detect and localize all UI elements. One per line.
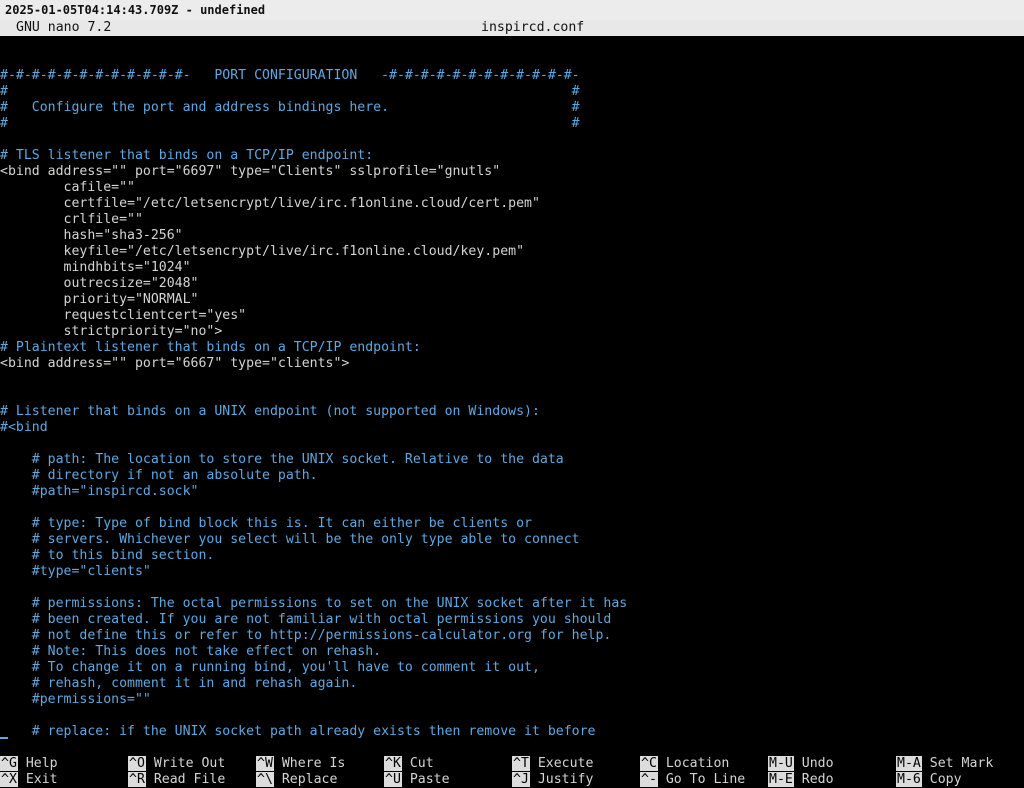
shortcut-label: Execute (529, 756, 594, 771)
shortcut-key: ^- (640, 772, 658, 787)
shortcut-label: Exit (17, 772, 58, 787)
editor-line: # Listener that binds on a UNIX endpoint… (0, 404, 540, 419)
shortcut-label: Write Out (145, 756, 226, 771)
editor-line: certfile="/etc/letsencrypt/live/irc.f1on… (0, 196, 540, 211)
shortcut-item[interactable]: ^W Where Is (256, 756, 345, 772)
editor-line: outrecsize="2048" (0, 276, 199, 291)
shortcut-key: M-E (768, 772, 794, 787)
nano-version: GNU nano 7.2 (16, 20, 112, 35)
editor-line: #permissions="" (0, 692, 151, 707)
shortcut-key: ^G (0, 756, 18, 771)
editor-text-area[interactable]: #-#-#-#-#-#-#-#-#-#-#-#- PORT CONFIGURAT… (0, 36, 1024, 744)
shortcut-item[interactable]: ^G Help (0, 756, 58, 772)
shortcut-item[interactable]: ^C Location (640, 756, 729, 772)
shortcut-item[interactable]: M-6 Copy (896, 772, 962, 788)
shortcut-label: Read File (145, 772, 226, 787)
shortcut-label: Justify (529, 772, 594, 787)
editor-line: <bind address="" port="6667" type="clien… (0, 356, 350, 371)
shortcut-key: ^U (384, 772, 402, 787)
shortcut-key: ^K (384, 756, 402, 771)
shortcut-key: ^W (256, 756, 274, 771)
editor-line: keyfile="/etc/letsencrypt/live/irc.f1onl… (0, 244, 525, 259)
shortcut-label: Go To Line (657, 772, 746, 787)
shortcut-label: Redo (793, 772, 834, 787)
shortcut-key: ^X (0, 772, 18, 787)
editor-line: requestclientcert="yes" (0, 308, 247, 323)
editor-line: #<bind (0, 420, 48, 435)
shortcut-item[interactable]: ^\ Replace (256, 772, 337, 788)
shortcut-key: ^J (512, 772, 530, 787)
shortcut-item[interactable]: ^U Paste (384, 772, 450, 788)
nano-header: GNU nano 7.2 inspircd.conf (0, 20, 1024, 36)
text-cursor (0, 737, 8, 739)
editor-line: <bind address="" port="6697" type="Clien… (0, 164, 501, 179)
shortcut-label: Location (657, 756, 730, 771)
shortcut-key: ^T (512, 756, 530, 771)
shortcut-key: ^O (128, 756, 146, 771)
editor-line: priority="NORMAL" (0, 292, 199, 307)
file-name: inspircd.conf (481, 20, 585, 35)
editor-line: crlfile="" (0, 212, 143, 227)
editor-line: # type: Type of bind block this is. It c… (0, 516, 532, 531)
editor-line: # to this bind section. (0, 548, 215, 563)
shortcut-item[interactable]: ^R Read File (128, 772, 225, 788)
editor-line: # been created. If you are not familiar … (0, 612, 612, 627)
shortcut-label: Cut (401, 756, 434, 771)
editor-line: cafile="" (0, 180, 135, 195)
shortcut-label: Help (17, 756, 58, 771)
shortcut-key: M-U (768, 756, 794, 771)
editor-line: # Note: This does not take effect on reh… (0, 644, 382, 659)
shortcut-item[interactable]: M-U Undo (768, 756, 834, 772)
editor-line: # # (0, 84, 580, 99)
shortcut-label: Set Mark (921, 756, 994, 771)
shortcut-key: ^\ (256, 772, 274, 787)
shortcut-key: M-A (896, 756, 922, 771)
editor-line: # rehash, comment it in and rehash again… (0, 676, 358, 691)
editor-line: # To change it on a running bind, you'll… (0, 660, 540, 675)
shortcut-label: Where Is (273, 756, 346, 771)
editor-line: # Plaintext listener that binds on a TCP… (0, 340, 421, 355)
shortcut-key: ^R (128, 772, 146, 787)
shortcut-item[interactable]: M-A Set Mark (896, 756, 993, 772)
shortcut-item[interactable]: ^T Execute (512, 756, 593, 772)
window-title: 2025-01-05T04:14:43.709Z - undefined (0, 0, 1024, 20)
shortcut-item[interactable]: ^- Go To Line (640, 772, 745, 788)
shortcut-item[interactable]: ^O Write Out (128, 756, 225, 772)
editor-line: mindhbits="1024" (0, 260, 191, 275)
editor-line: #path="inspircd.sock" (0, 484, 199, 499)
shortcut-item[interactable]: M-E Redo (768, 772, 834, 788)
editor-line: # Configure the port and address binding… (0, 100, 580, 115)
shortcut-label: Replace (273, 772, 338, 787)
editor-line: # directory if not an absolute path. (0, 468, 318, 483)
editor-line: # servers. Whichever you select will be … (0, 532, 580, 547)
shortcut-label: Undo (793, 756, 834, 771)
shortcut-item[interactable]: ^X Exit (0, 772, 58, 788)
editor-line: #type="clients" (0, 564, 151, 579)
editor-line: # TLS listener that binds on a TCP/IP en… (0, 148, 374, 163)
editor-line: # not define this or refer to http://per… (0, 628, 612, 643)
editor-line: hash="sha3-256" (0, 228, 183, 243)
editor-line: #-#-#-#-#-#-#-#-#-#-#-#- PORT CONFIGURAT… (0, 68, 580, 83)
shortcut-label: Paste (401, 772, 450, 787)
editor-line: # path: The location to store the UNIX s… (0, 452, 564, 467)
shortcut-key: ^C (640, 756, 658, 771)
shortcut-key: M-6 (896, 772, 922, 787)
shortcut-label: Copy (921, 772, 962, 787)
editor-line: strictpriority="no"> (0, 324, 223, 339)
shortcut-item[interactable]: ^J Justify (512, 772, 593, 788)
editor-line: # replace: if the UNIX socket path alrea… (0, 724, 596, 739)
shortcut-item[interactable]: ^K Cut (384, 756, 434, 772)
editor-line: # # (0, 116, 580, 131)
shortcut-bar: ^G Help ^X Exit ^O Write Out ^R Read File ^W… (0, 756, 1024, 788)
editor-line: # permissions: The octal permissions to … (0, 596, 628, 611)
